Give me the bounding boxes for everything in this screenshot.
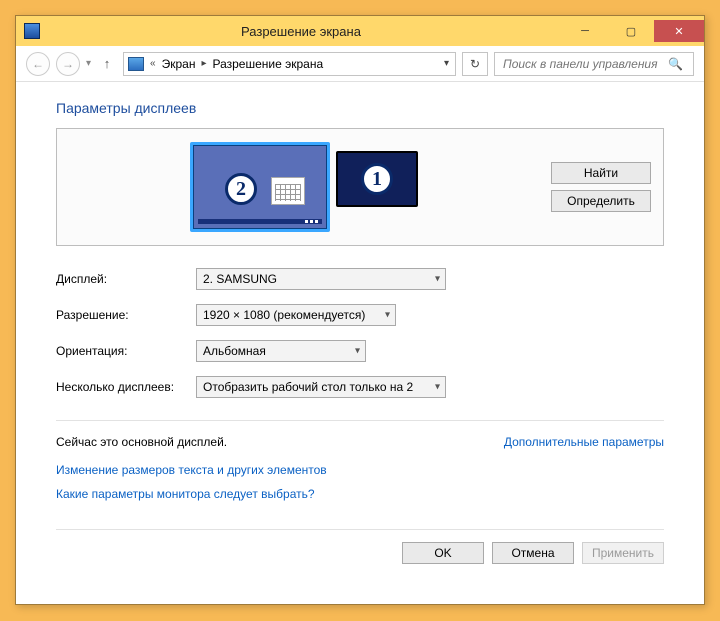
ok-button[interactable]: OK xyxy=(402,542,484,564)
find-button[interactable]: Найти xyxy=(551,162,651,184)
monitor-2-label: 2 xyxy=(225,173,257,205)
search-box[interactable]: 🔍 xyxy=(494,52,694,76)
search-icon: 🔍 xyxy=(668,57,683,71)
cancel-button[interactable]: Отмена xyxy=(492,542,574,564)
orientation-value: Альбомная xyxy=(203,344,266,358)
resolution-select[interactable]: 1920 × 1080 (рекомендуется) ▾ xyxy=(196,304,396,326)
maximize-button[interactable]: ▢ xyxy=(608,20,654,42)
monitor-2[interactable]: 2 xyxy=(190,142,330,232)
identify-button[interactable]: Определить xyxy=(551,190,651,212)
titlebar: Разрешение экрана ─ ▢ ✕ xyxy=(16,16,704,46)
chevron-down-icon: ▾ xyxy=(435,274,440,285)
apply-button[interactable]: Применить xyxy=(582,542,664,564)
search-input[interactable] xyxy=(501,56,668,72)
monitor-preview: 2 1 Найти Определить xyxy=(56,128,664,246)
advanced-settings-link[interactable]: Дополнительные параметры xyxy=(504,435,664,449)
control-panel-icon xyxy=(128,57,144,71)
footer-buttons: OK Отмена Применить xyxy=(56,529,664,564)
minimize-button[interactable]: ─ xyxy=(562,20,608,42)
text-size-link[interactable]: Изменение размеров текста и других элеме… xyxy=(56,463,664,477)
orientation-select[interactable]: Альбомная ▾ xyxy=(196,340,366,362)
app-icon xyxy=(24,23,40,39)
recent-dropdown-icon[interactable]: ▾ xyxy=(86,58,91,69)
monitors-area[interactable]: 2 1 xyxy=(69,142,539,232)
help-links: Изменение размеров текста и других элеме… xyxy=(56,463,664,501)
content: Параметры дисплеев 2 1 Найти Определить … xyxy=(16,82,704,604)
primary-display-text: Сейчас это основной дисплей. xyxy=(56,435,227,449)
refresh-button[interactable]: ↻ xyxy=(462,52,488,76)
forward-button[interactable]: → xyxy=(56,52,80,76)
chevron-down-icon: ▾ xyxy=(385,310,390,321)
resolution-value: 1920 × 1080 (рекомендуется) xyxy=(203,308,365,322)
multi-display-select[interactable]: Отобразить рабочий стол только на 2 ▾ xyxy=(196,376,446,398)
breadcrumb[interactable]: « Экран ▸ Разрешение экрана ▾ xyxy=(123,52,456,76)
resolution-label: Разрешение: xyxy=(56,308,196,322)
chevron-down-icon: ▾ xyxy=(435,382,440,393)
monitor-help-link[interactable]: Какие параметры монитора следует выбрать… xyxy=(56,487,664,501)
breadcrumb-item-screen[interactable]: Экран xyxy=(162,57,196,71)
root-chevron-icon: « xyxy=(148,58,158,69)
window-controls: ─ ▢ ✕ xyxy=(562,20,704,42)
monitor-1[interactable]: 1 xyxy=(336,151,418,207)
chevron-down-icon: ▾ xyxy=(355,346,360,357)
chevron-icon: ▸ xyxy=(199,58,208,69)
nav-row: ← → ▾ ↑ « Экран ▸ Разрешение экрана ▾ ↻ … xyxy=(16,46,704,82)
orientation-label: Ориентация: xyxy=(56,344,196,358)
section-title: Параметры дисплеев xyxy=(56,100,664,116)
settings-form: Дисплей: 2. SAMSUNG ▾ Разрешение: 1920 ×… xyxy=(56,268,664,398)
taskbar-icon xyxy=(198,219,322,224)
breadcrumb-dropdown-icon[interactable]: ▾ xyxy=(442,58,451,69)
breadcrumb-item-resolution[interactable]: Разрешение экрана xyxy=(212,57,323,71)
preview-side-buttons: Найти Определить xyxy=(551,162,651,212)
desktop-grid-icon xyxy=(271,177,305,205)
close-button[interactable]: ✕ xyxy=(654,20,704,42)
display-label: Дисплей: xyxy=(56,272,196,286)
display-value: 2. SAMSUNG xyxy=(203,272,277,286)
back-button[interactable]: ← xyxy=(26,52,50,76)
multi-display-value: Отобразить рабочий стол только на 2 xyxy=(203,380,413,394)
window-title: Разрешение экрана xyxy=(40,24,562,39)
info-row: Сейчас это основной дисплей. Дополнитель… xyxy=(56,420,664,449)
multi-display-label: Несколько дисплеев: xyxy=(56,380,196,394)
window: Разрешение экрана ─ ▢ ✕ ← → ▾ ↑ « Экран … xyxy=(15,15,705,605)
monitor-1-label: 1 xyxy=(361,163,393,195)
display-select[interactable]: 2. SAMSUNG ▾ xyxy=(196,268,446,290)
up-button[interactable]: ↑ xyxy=(97,54,117,74)
